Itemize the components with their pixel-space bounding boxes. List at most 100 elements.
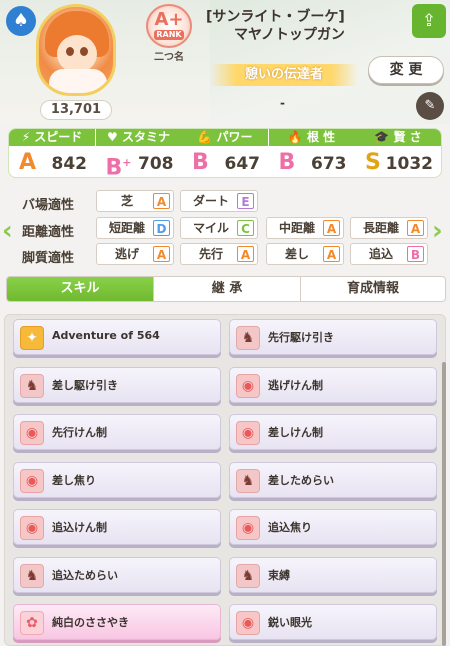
share-icon[interactable]: ⇪ bbox=[412, 4, 446, 38]
stat-label-text: 賢 さ bbox=[393, 130, 422, 144]
outfit-title: [サンライト・ブーケ] bbox=[206, 9, 345, 25]
skill-item[interactable]: ◉ 逃げけん制 bbox=[229, 366, 437, 403]
aptitude-grade: A bbox=[153, 193, 170, 209]
stat-grade: B bbox=[192, 150, 209, 175]
stat-4: 🎓 賢 さ S 1032 bbox=[355, 129, 441, 177]
comment-text: - bbox=[280, 96, 285, 110]
stats-panel: ⚡ スピード A 842 ♥ スタミナ B+ 708 💪 パワー B 647 🔥 根 性 B 673 🎓… bbox=[8, 128, 442, 178]
skill-name: Adventure of 564 bbox=[52, 329, 160, 342]
aptitude-chip: マイル C bbox=[180, 217, 258, 239]
stat-value: 647 bbox=[224, 154, 261, 174]
rank-badge: A+ RANK bbox=[146, 4, 192, 48]
stat-0: ⚡ スピード A 842 bbox=[9, 129, 95, 177]
skill-item[interactable]: ♞ 束縛 bbox=[229, 556, 437, 593]
skill-list: ✦ Adventure of 564 ♞ 先行駆け引き ♞ 差し駆け引き ◉ 逃げけん制 ◉ 先行… bbox=[4, 314, 446, 646]
mortarboard-icon: 🎓 bbox=[374, 130, 394, 144]
skill-icon: ◉ bbox=[20, 421, 44, 445]
tab-bar: スキル継 承育成情報 bbox=[6, 276, 446, 302]
stat-grade-plus: + bbox=[122, 156, 132, 169]
stat-label: 🎓 賢 さ bbox=[355, 129, 441, 146]
skill-icon: ◉ bbox=[236, 516, 260, 540]
pencil-icon[interactable]: ✎ bbox=[416, 92, 444, 120]
skill-icon: ♞ bbox=[236, 563, 260, 588]
skill-name: 逃げけん制 bbox=[268, 378, 323, 392]
skill-item[interactable]: ◉ 差し焦り bbox=[13, 461, 221, 498]
stat-body: A 842 bbox=[9, 146, 95, 177]
skill-icon: ♞ bbox=[236, 326, 260, 350]
stat-value: 1032 bbox=[385, 154, 433, 174]
skill-item[interactable]: ◉ 差しけん制 bbox=[229, 414, 437, 450]
skill-name: 先行駆け引き bbox=[268, 331, 334, 344]
character-portrait[interactable] bbox=[36, 4, 116, 96]
skill-item[interactable]: ✦ Adventure of 564 bbox=[13, 319, 221, 355]
stat-2: 💪 パワー B 647 bbox=[182, 129, 268, 177]
stat-body: S 1032 bbox=[355, 146, 441, 177]
scrollbar[interactable] bbox=[442, 362, 446, 646]
shoe-icon: ⚡ bbox=[21, 130, 35, 144]
skill-item[interactable]: ◉ 鋭い眼光 bbox=[229, 604, 437, 640]
skill-name: 追込けん制 bbox=[52, 521, 107, 534]
aptitude-name: マイル bbox=[192, 221, 229, 235]
stat-body: B+ 708 bbox=[96, 146, 182, 177]
skill-name: 先行けん制 bbox=[52, 426, 107, 439]
skill-name: 差しけん制 bbox=[268, 426, 323, 439]
aptitude-name: 中距離 bbox=[278, 221, 315, 235]
skill-icon: ✿ bbox=[20, 611, 44, 635]
aptitude-chip: 先行 A bbox=[180, 243, 258, 265]
skill-name: 差し焦り bbox=[52, 473, 96, 487]
skill-icon: ◉ bbox=[20, 468, 44, 493]
skill-name: 鋭い眼光 bbox=[268, 616, 312, 629]
change-button[interactable]: 変 更 bbox=[368, 56, 444, 84]
aptitude-name: 逃げ bbox=[114, 247, 139, 261]
aptitude-chip: 芝A bbox=[96, 190, 174, 212]
skill-item[interactable]: ✿ 純白のささやき bbox=[13, 604, 221, 640]
skill-item[interactable]: ♞ 差しためらい bbox=[229, 461, 437, 498]
aptitude-name: 芝 bbox=[120, 194, 133, 208]
stat-value: 708 bbox=[138, 154, 174, 174]
skill-icon: ♞ bbox=[236, 468, 260, 493]
aptitude-grade: A bbox=[153, 246, 170, 262]
skill-item[interactable]: ◉ 追込けん制 bbox=[13, 509, 221, 545]
character-name: マヤノトップガン bbox=[234, 27, 345, 43]
stat-label-text: 根 性 bbox=[306, 130, 336, 144]
muscle-icon: 💪 bbox=[197, 130, 217, 144]
aptitude-chip: 長距離 A bbox=[350, 217, 428, 239]
skill-item[interactable]: ♞ 先行駆け引き bbox=[229, 319, 437, 355]
stat-1: ♥ スタミナ B+ 708 bbox=[95, 129, 182, 177]
skill-item[interactable]: ◉ 先行けん制 bbox=[13, 414, 221, 450]
skill-name: 差しためらい bbox=[268, 473, 334, 487]
stat-value: 673 bbox=[311, 154, 347, 174]
aptitude-row: 距離適性 短距離 D マイル C 中距離 A 長距離 A bbox=[0, 217, 450, 243]
stat-grade: S bbox=[365, 150, 381, 175]
skill-name: 差し駆け引き bbox=[52, 378, 118, 392]
tab-1[interactable]: 継 承 bbox=[153, 277, 300, 301]
skill-item[interactable]: ♞ 追込ためらい bbox=[13, 556, 221, 593]
aptitude-name: 長距離 bbox=[362, 221, 399, 235]
stat-body: B 647 bbox=[182, 146, 268, 177]
aptitude-chip: 逃げ A bbox=[96, 243, 174, 265]
tab-0[interactable]: スキル bbox=[7, 277, 153, 301]
tab-2[interactable]: 育成情報 bbox=[300, 277, 445, 301]
aptitude-label: 距離適性 bbox=[22, 225, 75, 240]
heart-icon: ♥ bbox=[107, 130, 122, 144]
flame-icon: 🔥 bbox=[287, 130, 307, 144]
aptitude-grade: A bbox=[237, 246, 254, 262]
aptitude-chip: 短距離 D bbox=[96, 217, 174, 239]
spade-icon[interactable]: ♠ bbox=[6, 6, 36, 36]
stat-label: 🔥 根 性 bbox=[268, 129, 355, 146]
stat-label-text: スピード bbox=[34, 130, 83, 144]
skill-name: 束縛 bbox=[268, 568, 290, 582]
skill-item[interactable]: ♞ 差し駆け引き bbox=[13, 366, 221, 403]
stat-grade: A bbox=[19, 150, 37, 175]
aptitude-name: ダート bbox=[192, 194, 229, 208]
aptitude-chip: 追込 B bbox=[350, 243, 428, 265]
aptitude-grade: C bbox=[237, 220, 254, 236]
rank-label: 二つ名 bbox=[154, 52, 184, 63]
aptitude-name: 差し bbox=[284, 247, 309, 261]
aptitude-row: 脚質適性 逃げ A 先行 A 差し A 追込 B bbox=[0, 243, 450, 269]
skill-item[interactable]: ◉ 追込焦り bbox=[229, 509, 437, 545]
stat-value: 842 bbox=[51, 154, 88, 174]
skill-icon: ◉ bbox=[236, 373, 260, 398]
stat-3: 🔥 根 性 B 673 bbox=[268, 129, 355, 177]
aptitude-grade: D bbox=[153, 220, 170, 236]
